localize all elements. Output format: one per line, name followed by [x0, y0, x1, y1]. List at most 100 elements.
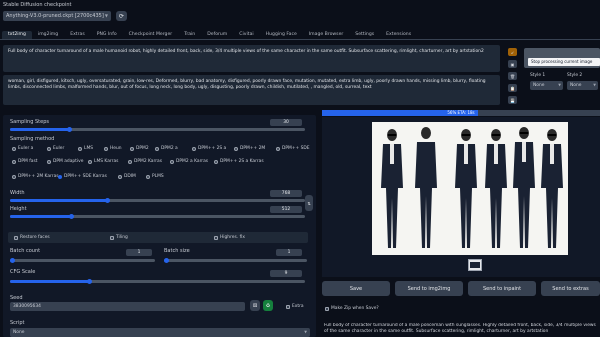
- batch-count-value[interactable]: 1: [126, 249, 152, 256]
- random-seed-button[interactable]: ⚄: [250, 300, 260, 311]
- swap-icon: ⇅: [307, 200, 311, 206]
- sampler-option-dpm-adaptive[interactable]: DPM adaptive: [47, 159, 83, 164]
- image-icon: ▣: [510, 61, 515, 67]
- tab-hugging-face[interactable]: Hugging Face: [260, 31, 303, 39]
- restore-faces-checkbox[interactable]: Restore faces: [14, 235, 50, 240]
- radio-dot: [118, 174, 122, 179]
- batch-size-label: Batch size: [164, 248, 190, 254]
- width-slider[interactable]: [10, 198, 305, 203]
- arrow-icon: ↙: [510, 49, 515, 55]
- radio-dot: [12, 146, 16, 151]
- sampler-option-label: DPM++ 2M Karras: [18, 174, 59, 179]
- hires-fix-checkbox[interactable]: Highres. fix: [214, 235, 245, 240]
- prompt-input[interactable]: Full body of character turnaround of a m…: [3, 45, 500, 72]
- send-to-extras-button[interactable]: Send to extras: [541, 281, 600, 296]
- tab-civitai[interactable]: Civitai: [233, 31, 259, 39]
- height-value[interactable]: 512: [270, 206, 302, 213]
- progress-bar: 56% ETA: 18s: [322, 110, 600, 116]
- style2-value: None: [570, 83, 582, 88]
- sampler-option-plms[interactable]: PLMS: [146, 174, 164, 179]
- sampler-option-label: LMS Karras: [94, 159, 119, 164]
- tab-png-info[interactable]: PNG Info: [91, 31, 123, 39]
- sampling-steps-slider[interactable]: [10, 127, 305, 132]
- tab-extras[interactable]: Extras: [64, 31, 91, 39]
- script-select[interactable]: None ▼: [10, 328, 310, 337]
- radio-dot: [234, 146, 238, 151]
- generated-image[interactable]: [372, 122, 568, 255]
- sampler-option-dpm2-a-karras[interactable]: DPM2 a Karras: [170, 159, 208, 164]
- reuse-seed-button[interactable]: ♻: [263, 300, 273, 311]
- batch-size-slider[interactable]: [164, 258, 307, 263]
- swap-dimensions-button[interactable]: ⇅: [305, 195, 313, 211]
- hires-fix-label: Highres. fix: [220, 235, 245, 240]
- radio-dot: [214, 159, 218, 164]
- sampler-option-dpm-sde[interactable]: DPM++ SDE: [276, 146, 310, 151]
- sampling-steps-value[interactable]: 30: [270, 119, 302, 126]
- tiling-label: Tiling: [116, 235, 128, 240]
- sampler-option-dpm-2s-a[interactable]: DPM++ 2S a: [192, 146, 226, 151]
- sampler-option-dpm2-a[interactable]: DPM2 a: [155, 146, 178, 151]
- seed-label: Seed: [10, 295, 23, 301]
- script-value: None: [13, 330, 25, 335]
- sampler-option-dpm2-karras[interactable]: DPM2 Karras: [128, 159, 162, 164]
- sampler-option-dpm-2m[interactable]: DPM++ 2M: [234, 146, 265, 151]
- save-button[interactable]: Save: [322, 281, 390, 296]
- tiling-checkbox[interactable]: Tiling: [110, 235, 128, 240]
- chevron-down-icon: ▼: [593, 83, 596, 87]
- thumbnail[interactable]: [468, 259, 482, 271]
- tab-txt2img[interactable]: txt2img: [2, 31, 32, 39]
- negative-prompt-input[interactable]: woman, girl, disfigured, kitsch, ugly, o…: [3, 75, 500, 105]
- width-value[interactable]: 768: [270, 190, 302, 197]
- batch-size-value[interactable]: 1: [276, 249, 302, 256]
- sampler-option-dpm-2s-a-karras[interactable]: DPM++ 2S a Karras: [214, 159, 264, 164]
- clipboard-icon: 📋: [510, 85, 515, 91]
- sampler-option-lms[interactable]: LMS: [78, 146, 93, 151]
- sampler-option-label: DPM2 a Karras: [176, 159, 209, 164]
- tab-settings[interactable]: Settings: [349, 31, 380, 39]
- progress-text: 56% ETA: 18s: [447, 110, 475, 115]
- tab-img2img[interactable]: img2img: [32, 31, 64, 39]
- tab-deforum[interactable]: Deforum: [201, 31, 233, 39]
- sampler-option-euler[interactable]: Euler: [47, 146, 64, 151]
- send-to-img2img-button[interactable]: Send to img2img: [395, 281, 463, 296]
- sampler-option-lms-karras[interactable]: LMS Karras: [88, 159, 118, 164]
- extra-networks-button[interactable]: ▣: [508, 60, 517, 68]
- send-to-inpaint-button[interactable]: Send to inpaint: [468, 281, 536, 296]
- sampler-option-label: DDIM: [124, 174, 136, 179]
- radio-dot: [276, 146, 280, 151]
- skip-button[interactable]: ↙: [508, 48, 517, 56]
- batch-count-slider[interactable]: [10, 258, 155, 263]
- sampler-option-label: DPM++ 2M: [240, 146, 266, 151]
- character-sheet-illustration: [381, 127, 563, 248]
- radio-dot: [12, 174, 16, 179]
- sampler-option-dpm2[interactable]: DPM2: [130, 146, 149, 151]
- refresh-checkpoint-button[interactable]: ⟳: [116, 11, 127, 21]
- sampler-option-dpm-sde-karras[interactable]: DPM++ SDE Karras: [58, 174, 107, 179]
- make-zip-label: Make Zip when Save?: [331, 306, 379, 311]
- tab-image-browser[interactable]: Image Browser: [303, 31, 349, 39]
- radio-dot: [104, 146, 108, 151]
- tab-train[interactable]: Train: [178, 31, 201, 39]
- tab-extensions[interactable]: Extensions: [380, 31, 417, 39]
- cfg-scale-slider[interactable]: [10, 279, 305, 284]
- negative-prompt-text: woman, girl, disfigured, kitsch, ugly, o…: [8, 79, 486, 90]
- height-slider[interactable]: [10, 214, 305, 219]
- sampler-option-heun[interactable]: Heun: [104, 146, 122, 151]
- sampler-option-euler-a[interactable]: Euler a: [12, 146, 33, 151]
- save-style-button[interactable]: 💾: [508, 96, 517, 104]
- extra-seed-checkbox[interactable]: Extra: [286, 304, 304, 309]
- checkpoint-select[interactable]: Anything-V3.0-pruned.ckpt [2700c435] ▼: [3, 11, 111, 21]
- seed-input[interactable]: 3830095634: [10, 302, 245, 311]
- clear-prompt-button[interactable]: 🗑: [508, 72, 517, 80]
- apply-style-button[interactable]: 📋: [508, 84, 517, 92]
- cfg-scale-value[interactable]: 9: [270, 270, 302, 277]
- make-zip-checkbox[interactable]: Make Zip when Save?: [325, 306, 379, 311]
- style1-select[interactable]: None ▼: [530, 81, 563, 90]
- sampler-option-dpm-2m-karras[interactable]: DPM++ 2M Karras: [12, 174, 59, 179]
- sampler-option-dpm-fast[interactable]: DPM fast: [12, 159, 37, 164]
- sampler-option-label: Heun: [110, 146, 122, 151]
- radio-dot: [88, 159, 92, 164]
- tab-checkpoint-merger[interactable]: Checkpoint Merger: [123, 31, 179, 39]
- sampler-option-ddim[interactable]: DDIM: [118, 174, 136, 179]
- style2-select[interactable]: None ▼: [567, 81, 598, 90]
